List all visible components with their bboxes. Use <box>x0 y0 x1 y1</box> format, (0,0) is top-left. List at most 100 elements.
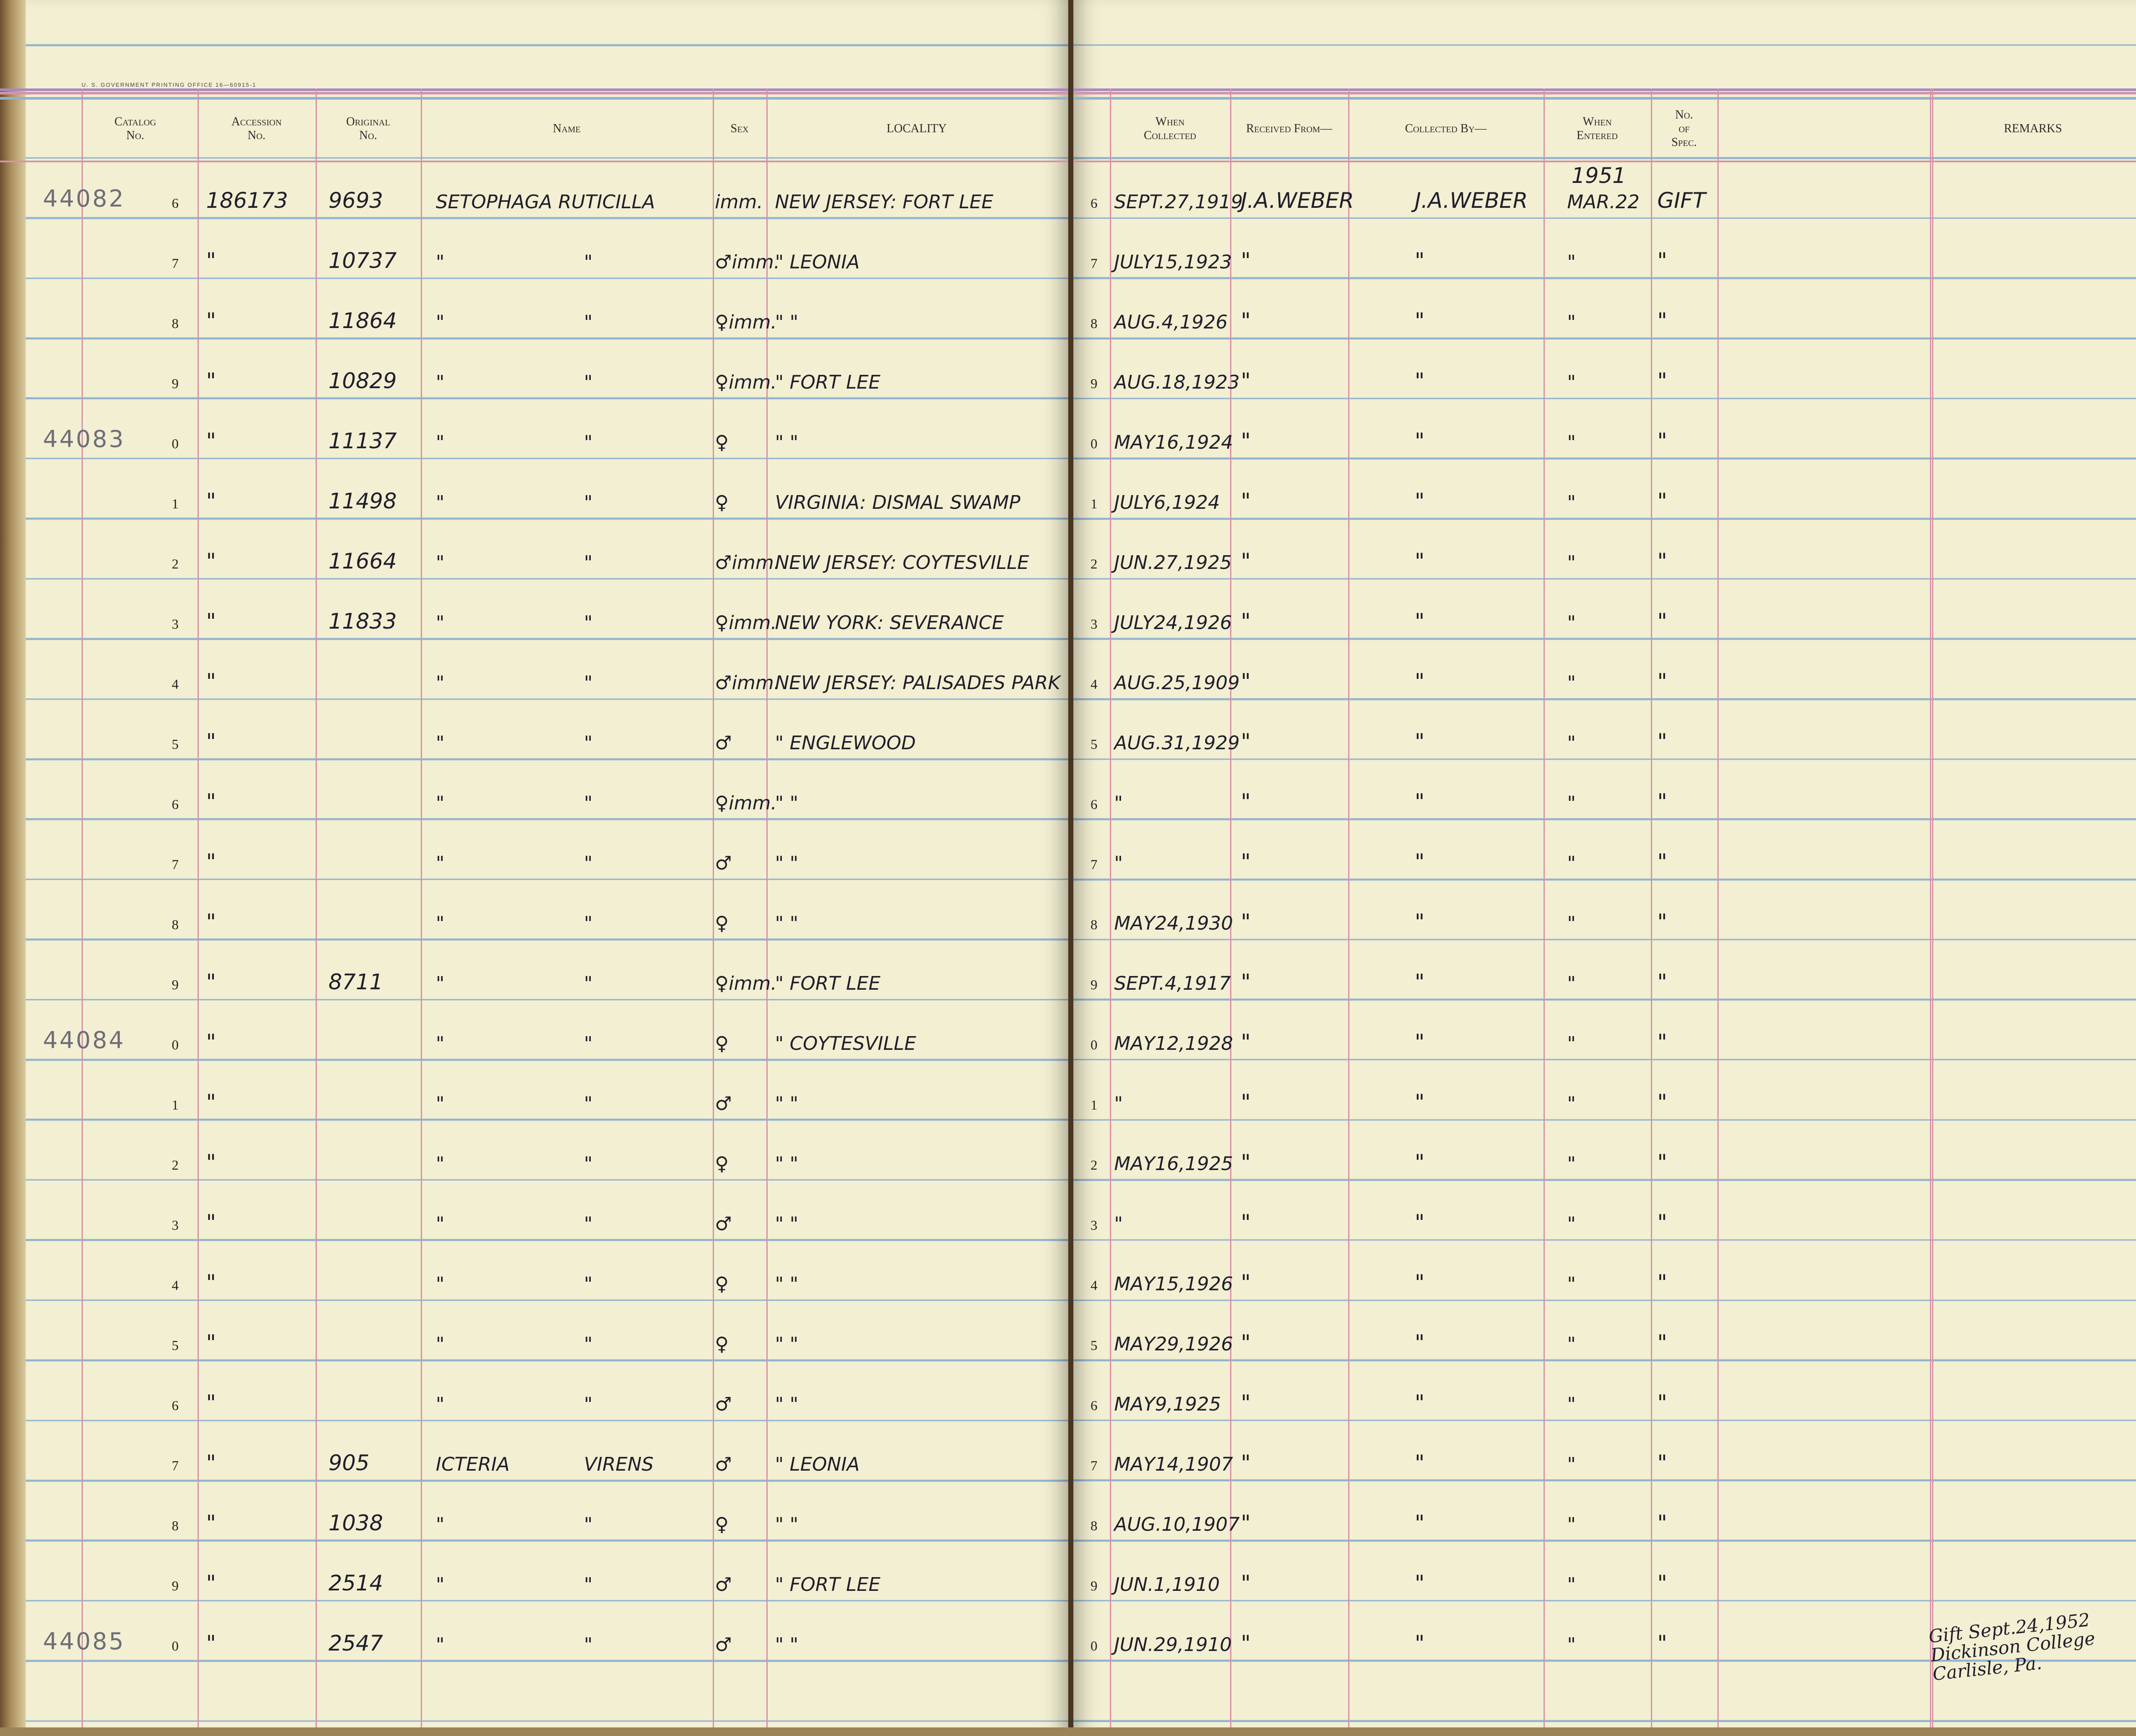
ledger-row: 3 " " " ♂ " " <box>0 1183 1068 1243</box>
ledger-row: 6 MAY9,1925 " " " " <box>1073 1364 2136 1424</box>
species-name: " <box>436 251 445 273</box>
collected-row-digit: 2 <box>1091 556 1097 572</box>
collected-by: " <box>1415 1090 1425 1115</box>
accession-number: " <box>206 308 216 333</box>
received-from: " <box>1241 1631 1251 1656</box>
ledger-row: 2 JUN.27,1925 " " " " <box>1073 522 2136 582</box>
date-entered: " <box>1567 1213 1576 1235</box>
collected-by: " <box>1415 489 1425 514</box>
received-from: " <box>1241 549 1251 574</box>
species-name: " <box>436 1634 445 1656</box>
date-entered: " <box>1567 1514 1576 1535</box>
sex-mark: ♀imm. <box>715 371 777 393</box>
collected-by: " <box>1415 789 1425 814</box>
sex-mark: ♀ <box>715 1273 729 1295</box>
specimen-count: " <box>1657 429 1667 453</box>
collected-by: " <box>1415 1511 1425 1535</box>
sex-mark: ♂ <box>715 1093 732 1115</box>
date-entered: " <box>1567 973 1576 994</box>
catalog-number: 44084 <box>43 1027 125 1054</box>
sex-mark: ♂ <box>715 732 732 754</box>
original-number: 2547 <box>328 1631 383 1656</box>
accession-number: " <box>206 1631 216 1656</box>
ledger-row: 5 MAY29,1926 " " " " <box>1073 1304 2136 1364</box>
date-entered: " <box>1567 1634 1576 1656</box>
collected-row-digit: 3 <box>1091 616 1097 632</box>
species-name: SETOPHAGA RUTICILLA <box>436 191 655 213</box>
ledger-row: 44085 0 " 2547 " " ♂ " " <box>0 1604 1068 1664</box>
ledger-row: 4 " " " ♀ " " <box>0 1243 1068 1304</box>
catalog-last-digit: 3 <box>172 616 179 632</box>
collected-row-digit: 8 <box>1091 917 1097 932</box>
species-name-second: " <box>584 973 593 994</box>
species-name: " <box>436 612 445 634</box>
specimen-count: " <box>1657 1030 1667 1055</box>
species-name-second: " <box>584 552 593 574</box>
collected-by: " <box>1415 1450 1425 1475</box>
date-collected: SEPT.4,1917 <box>1114 973 1231 994</box>
locality-text: " COYTESVILLE <box>775 1033 916 1055</box>
accession-number: " <box>206 1210 216 1235</box>
sex-mark: ♀imm. <box>715 973 777 994</box>
date-collected: MAY16,1924 <box>1114 432 1233 453</box>
accession-number: " <box>206 729 216 754</box>
species-name-second: " <box>584 732 593 754</box>
original-number: 11664 <box>328 549 397 574</box>
date-entered: " <box>1567 792 1576 814</box>
species-name-second: " <box>584 1093 593 1115</box>
locality-text: NEW JERSEY: COYTESVILLE <box>775 552 1029 574</box>
species-name: " <box>436 1033 445 1055</box>
ledger-row: 5 " " " ♀ " " <box>0 1304 1068 1364</box>
date-collected: AUG.25,1909 <box>1114 672 1240 694</box>
catalog-last-digit: 3 <box>172 1217 179 1233</box>
catalog-last-digit: 4 <box>172 676 179 692</box>
sex-mark: ♂imm. <box>715 552 780 574</box>
species-name: " <box>436 432 445 453</box>
collected-row-digit: 9 <box>1091 1578 1097 1593</box>
date-entered: " <box>1567 552 1576 574</box>
received-from: " <box>1241 489 1251 514</box>
species-name: " <box>436 732 445 754</box>
locality-text: " " <box>775 852 799 874</box>
species-name: " <box>436 672 445 694</box>
specimen-count: " <box>1657 1631 1667 1656</box>
ledger-left-page: U. S. GOVERNMENT PRINTING OFFICE 16—6091… <box>0 0 1068 1736</box>
accession-number: " <box>206 609 216 634</box>
catalog-last-digit: 2 <box>172 556 179 572</box>
sex-mark: ♂ <box>715 1634 732 1656</box>
locality-text: " " <box>775 1634 799 1656</box>
date-entered: " <box>1567 612 1576 634</box>
date-entered: MAR.22 <box>1567 191 1640 213</box>
collected-row-digit: 8 <box>1091 316 1097 331</box>
species-name-second: " <box>584 1574 593 1596</box>
header-when-collected: When Collected <box>1144 115 1196 142</box>
accession-number: " <box>206 970 216 994</box>
collected-row-digit: 0 <box>1091 1638 1097 1654</box>
sex-mark: ♂ <box>715 1393 732 1415</box>
collected-row-digit: 0 <box>1091 1037 1097 1052</box>
ledger-row: 6 SEPT.27,1919 J.A.WEBER J.A.WEBER MAR.22 GIF… <box>1073 161 2136 222</box>
collected-row-digit: 7 <box>1091 857 1097 872</box>
collected-row-digit: 6 <box>1091 1398 1097 1413</box>
received-from: " <box>1241 1210 1251 1235</box>
catalog-number: 44085 <box>43 1628 125 1655</box>
received-from: " <box>1241 429 1251 453</box>
sex-mark: ♂imm. <box>715 251 780 273</box>
received-from: " <box>1241 729 1251 754</box>
sex-mark: ♀imm. <box>715 612 777 634</box>
received-from: " <box>1241 970 1251 994</box>
species-name-second: " <box>584 311 593 333</box>
sex-mark: ♀ <box>715 1033 729 1055</box>
locality-text: NEW JERSEY: FORT LEE <box>775 191 994 213</box>
specimen-count: " <box>1657 1270 1667 1295</box>
received-from: " <box>1241 1030 1251 1055</box>
ledger-row: 9 JUN.1,1910 " " " " <box>1073 1544 2136 1604</box>
collected-row-digit: 8 <box>1091 1518 1097 1533</box>
date-collected: AUG.10,1907 <box>1114 1514 1240 1535</box>
date-entered: " <box>1567 371 1576 393</box>
ledger-row: 2 " " " ♀ " " <box>0 1123 1068 1183</box>
specimen-count: " <box>1657 1330 1667 1355</box>
locality-text: NEW YORK: SEVERANCE <box>775 612 1004 634</box>
header-sex: Sex <box>730 122 749 135</box>
catalog-last-digit: 6 <box>172 1398 179 1413</box>
